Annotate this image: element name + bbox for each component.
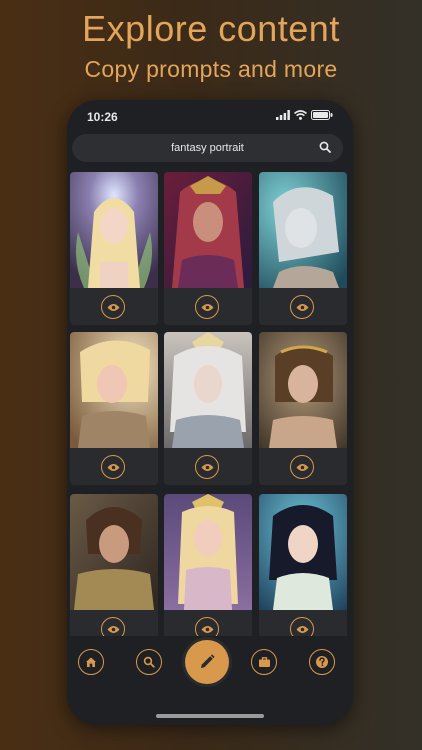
status-bar: 10:26 bbox=[67, 100, 353, 130]
tab-home[interactable] bbox=[78, 649, 104, 675]
portrait-image[interactable] bbox=[70, 332, 158, 448]
tab-saved[interactable] bbox=[251, 649, 277, 675]
eye-icon bbox=[201, 463, 213, 471]
view-prompt-button[interactable] bbox=[290, 295, 314, 319]
result-card[interactable] bbox=[164, 494, 252, 636]
view-prompt-button[interactable] bbox=[195, 617, 219, 636]
portrait-image[interactable] bbox=[164, 494, 252, 610]
signal-icon bbox=[276, 110, 290, 120]
briefcase-icon bbox=[258, 657, 270, 667]
search-bar[interactable]: fantasy portrait bbox=[72, 134, 343, 162]
portrait-image[interactable] bbox=[70, 172, 158, 288]
eye-icon bbox=[107, 303, 119, 311]
eye-icon bbox=[107, 625, 119, 633]
view-prompt-button[interactable] bbox=[290, 455, 314, 479]
portrait-image[interactable] bbox=[164, 332, 252, 448]
pencil-icon bbox=[201, 654, 215, 668]
eye-icon bbox=[296, 463, 308, 471]
result-card[interactable] bbox=[70, 172, 158, 325]
tab-search[interactable] bbox=[136, 649, 162, 675]
result-card[interactable] bbox=[164, 172, 252, 325]
help-icon bbox=[316, 656, 328, 668]
eye-icon bbox=[296, 303, 308, 311]
portrait-image[interactable] bbox=[259, 494, 347, 610]
eye-icon bbox=[201, 625, 213, 633]
search-icon bbox=[143, 656, 155, 668]
portrait-image[interactable] bbox=[259, 332, 347, 448]
view-prompt-button[interactable] bbox=[290, 617, 314, 636]
view-prompt-button[interactable] bbox=[101, 455, 125, 479]
search-icon[interactable] bbox=[319, 141, 331, 153]
view-prompt-button[interactable] bbox=[195, 455, 219, 479]
tab-create[interactable] bbox=[185, 640, 229, 684]
home-icon bbox=[86, 657, 96, 667]
battery-icon bbox=[311, 110, 333, 120]
result-card[interactable] bbox=[259, 494, 347, 636]
view-prompt-button[interactable] bbox=[195, 295, 219, 319]
eye-icon bbox=[296, 625, 308, 633]
result-card[interactable] bbox=[164, 332, 252, 485]
phone-frame: 10:26 fantasy portrait bbox=[67, 100, 353, 725]
view-prompt-button[interactable] bbox=[101, 295, 125, 319]
headline-subtitle: Copy prompts and more bbox=[84, 56, 338, 82]
search-input[interactable]: fantasy portrait bbox=[72, 142, 343, 154]
view-prompt-button[interactable] bbox=[101, 617, 125, 636]
status-icons bbox=[276, 110, 333, 120]
headline-title: Explore content bbox=[82, 8, 340, 49]
result-card[interactable] bbox=[70, 494, 158, 636]
bottom-tab-bar bbox=[67, 636, 353, 725]
status-time: 10:26 bbox=[87, 110, 118, 124]
eye-icon bbox=[201, 303, 213, 311]
results-grid bbox=[67, 172, 353, 636]
result-card[interactable] bbox=[259, 332, 347, 485]
result-card[interactable] bbox=[70, 332, 158, 485]
portrait-image[interactable] bbox=[164, 172, 252, 288]
home-indicator bbox=[156, 714, 264, 718]
portrait-image[interactable] bbox=[259, 172, 347, 288]
eye-icon bbox=[107, 463, 119, 471]
result-card[interactable] bbox=[259, 172, 347, 325]
tab-help[interactable] bbox=[309, 649, 335, 675]
portrait-image[interactable] bbox=[70, 494, 158, 610]
wifi-icon bbox=[294, 110, 307, 120]
